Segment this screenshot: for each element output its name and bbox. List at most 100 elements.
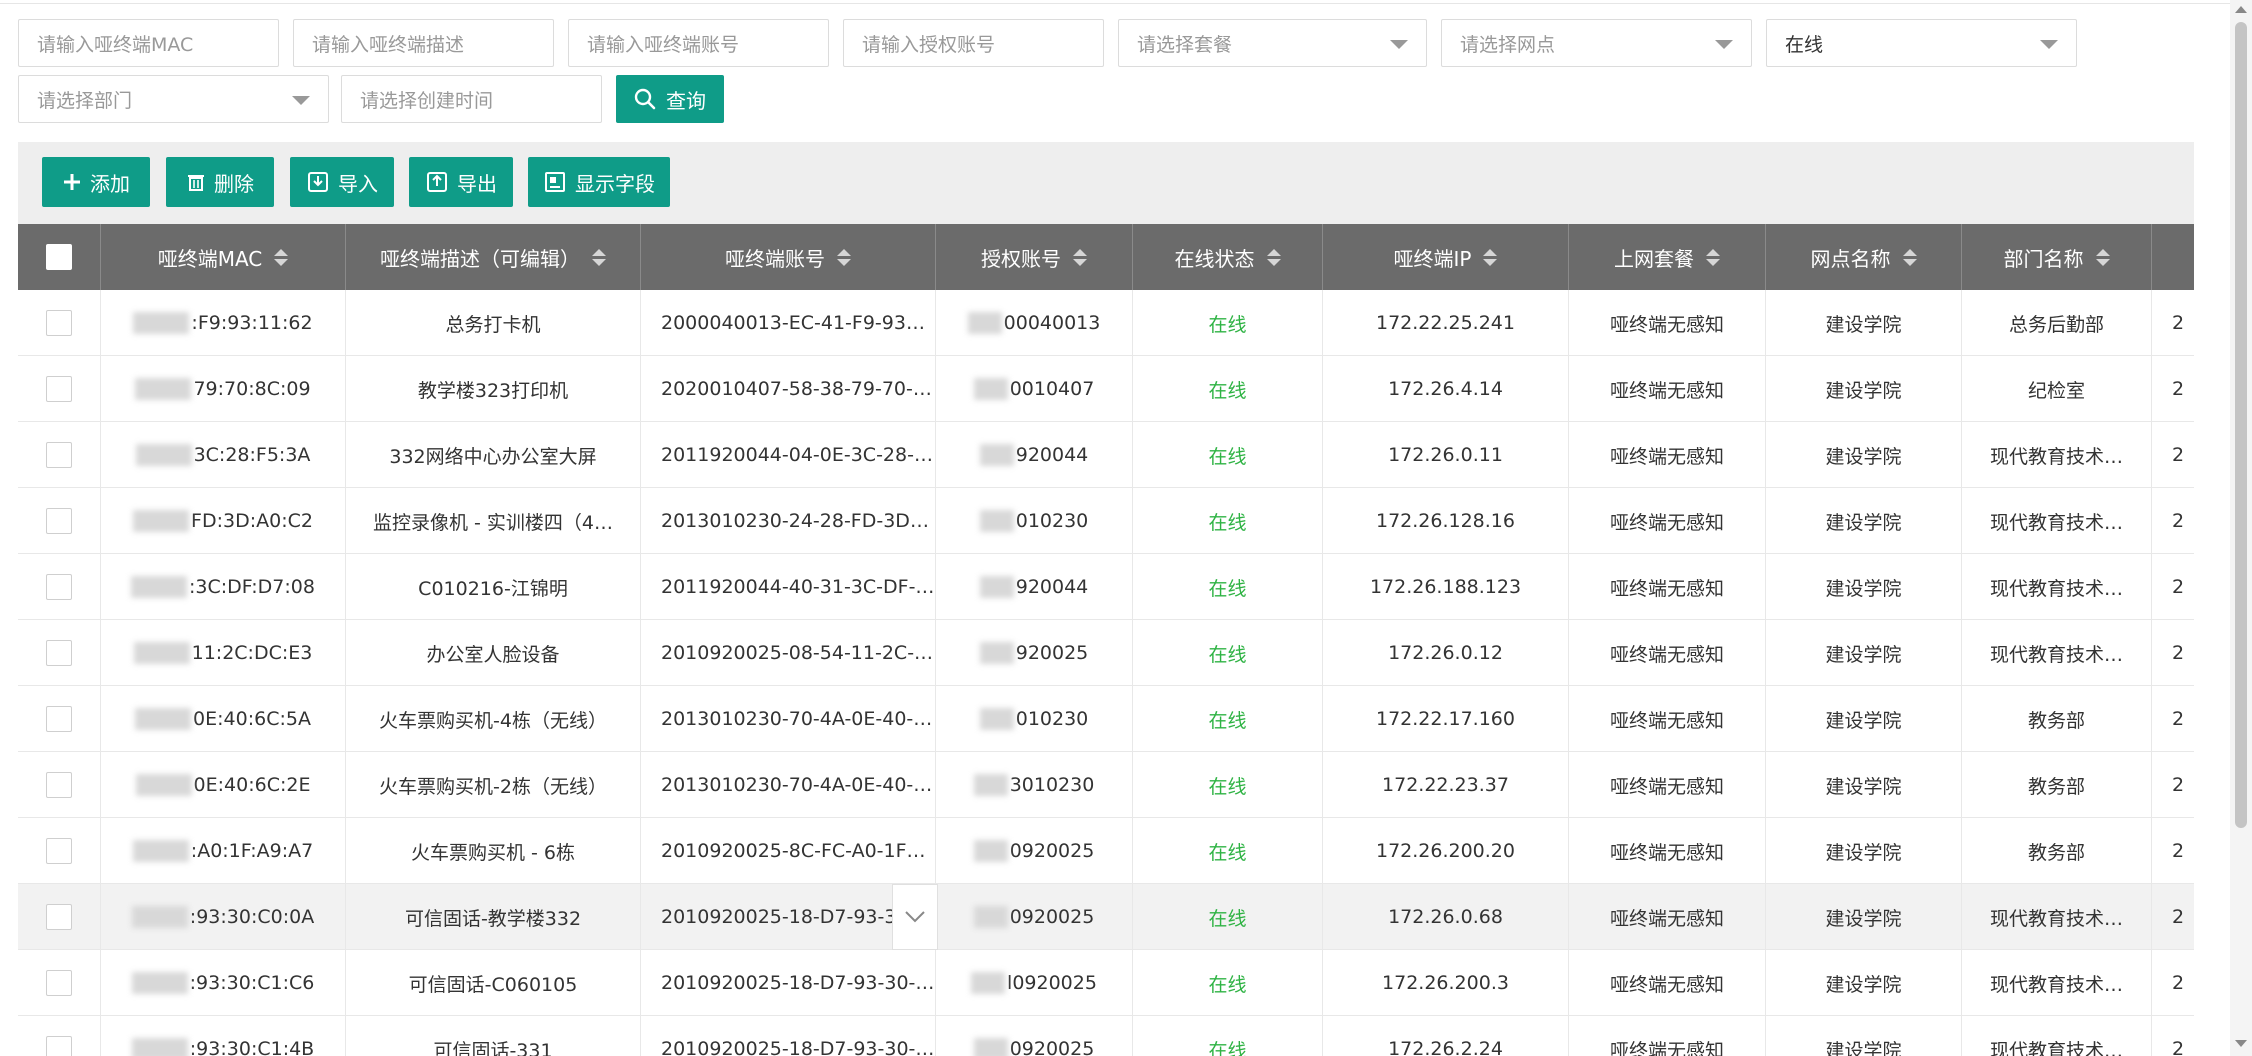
table-row[interactable]: :93:30:C0:0A 可信固话-教学楼332 2010920025-18-D7-… [18, 884, 2194, 950]
table-row[interactable]: FD:3D:A0:C2 监控录像机 - 实训楼四（4… 2013010230-24-… [18, 488, 2194, 554]
created-time-picker[interactable]: 请选择创建时间 [341, 75, 602, 123]
cell-site-text: 建设学院 [1825, 577, 1902, 600]
col-package[interactable]: 上网套餐 [1569, 224, 1766, 290]
page-scrollbar[interactable] [2230, 0, 2252, 1056]
package-select[interactable]: 请选择套餐 [1118, 19, 1427, 67]
row-checkbox[interactable] [46, 772, 72, 798]
sort-icon[interactable] [2095, 248, 2110, 266]
cell-mac: :93:30:C0:0A [101, 884, 346, 950]
row-checkbox[interactable] [46, 640, 72, 666]
table-row[interactable]: 0E:40:6C:2E 火车票购买机-2栋（无线） 2013010230-70-4A… [18, 752, 2194, 818]
cell-desc-text: 可信固话-331 [433, 1039, 553, 1056]
status-select[interactable]: 在线 [1766, 19, 2077, 67]
table-row[interactable]: :93:30:C1:4B 可信固话-331 2010920025-18-D7-93-… [18, 1016, 2194, 1056]
export-button[interactable]: 导出 [409, 157, 513, 207]
col-site[interactable]: 网点名称 [1766, 224, 1962, 290]
cell-auth-text: 0010407 [1009, 378, 1095, 400]
add-button[interactable]: 添加 [42, 157, 150, 207]
cell-ip: 172.26.128.16 [1323, 488, 1569, 554]
cell-extra-text: 2 [2172, 840, 2185, 862]
display-fields-button[interactable]: 显示字段 [528, 157, 670, 207]
sort-icon[interactable] [1902, 248, 1917, 266]
cell-ip-text: 172.26.188.123 [1369, 576, 1522, 598]
row-checkbox[interactable] [46, 838, 72, 864]
cell-package-text: 哑终端无感知 [1609, 379, 1724, 402]
import-button[interactable]: 导入 [290, 157, 394, 207]
table-row[interactable]: 79:70:8C:09 教学楼323打印机 2020010407-58-38-79-… [18, 356, 2194, 422]
sort-icon[interactable] [1483, 248, 1498, 266]
cell-extra-text: 2 [2172, 510, 2185, 532]
row-checkbox[interactable] [46, 574, 72, 600]
cell-ip: 172.26.0.68 [1323, 884, 1569, 950]
cell-account: 2020010407-58-38-79-70-… [641, 356, 936, 422]
table-row[interactable]: :3C:DF:D7:08 C010216-江锦明 2011920044-40-31-… [18, 554, 2194, 620]
table-row[interactable]: :F9:93:11:62 总务打卡机 2000040013-EC-41-F9-93…… [18, 290, 2194, 356]
mac-input[interactable]: 请输入哑终端MAC [18, 19, 279, 67]
row-checkbox[interactable] [46, 970, 72, 996]
cell-status-text: 在线 [1208, 841, 1247, 864]
col-dept[interactable]: 部门名称 [1962, 224, 2152, 290]
row-select-cell [18, 1016, 101, 1056]
row-checkbox[interactable] [46, 310, 72, 336]
redacted-mask [131, 576, 188, 598]
row-checkbox[interactable] [46, 904, 72, 930]
row-checkbox[interactable] [46, 1036, 72, 1056]
sort-icon[interactable] [592, 248, 606, 266]
cell-mac: :A0:1F:A9:A7 [101, 818, 346, 884]
account-input[interactable]: 请输入哑终端账号 [568, 19, 829, 67]
col-account[interactable]: 哑终端账号 [641, 224, 936, 290]
cell-desc-text: 332网络中心办公室大屏 [389, 445, 597, 468]
cell-site-text: 建设学院 [1825, 1039, 1902, 1056]
row-checkbox[interactable] [46, 706, 72, 732]
query-button[interactable]: 查询 [616, 75, 724, 123]
cell-status-text: 在线 [1208, 511, 1247, 534]
sort-icon[interactable] [1073, 248, 1087, 266]
cell-package-text: 哑终端无感知 [1609, 313, 1724, 336]
site-select[interactable]: 请选择网点 [1441, 19, 1752, 67]
table-row[interactable]: :A0:1F:A9:A7 火车票购买机 - 6栋 2010920025-8C-FC-… [18, 818, 2194, 884]
cell-status-text: 在线 [1208, 973, 1247, 996]
cell-mac: :93:30:C1:C6 [101, 950, 346, 1016]
row-checkbox[interactable] [46, 508, 72, 534]
sort-icon[interactable] [1266, 248, 1281, 266]
cell-expand-dropdown[interactable] [892, 884, 938, 950]
delete-button[interactable]: 删除 [166, 157, 274, 207]
cell-auth-text: 0920025 [1009, 1038, 1095, 1056]
table-row[interactable]: 0E:40:6C:5A 火车票购买机-4栋（无线） 2013010230-70-4A… [18, 686, 2194, 752]
auth-account-input[interactable]: 请输入授权账号 [843, 19, 1104, 67]
redacted-mask [135, 774, 192, 796]
chevron-down-icon [2040, 40, 2058, 49]
scroll-down-icon[interactable] [2235, 1040, 2247, 1047]
cell-dept-text: 纪检室 [2027, 379, 2085, 402]
sort-icon[interactable] [1706, 248, 1720, 266]
col-auth[interactable]: 授权账号 [936, 224, 1133, 290]
scroll-up-icon[interactable] [2235, 6, 2247, 13]
scrollbar-thumb[interactable] [2235, 22, 2247, 828]
cell-auth-text: 010230 [1015, 510, 1089, 532]
col-status[interactable]: 在线状态 [1133, 224, 1323, 290]
cell-account-text: 2013010230-70-4A-0E-40-… [661, 774, 933, 796]
table-row[interactable]: 11:2C:DC:E3 办公室人脸设备 2010920025-08-54-11-2C… [18, 620, 2194, 686]
col-ip[interactable]: 哑终端IP [1323, 224, 1569, 290]
table-row[interactable]: 3C:28:F5:3A 332网络中心办公室大屏 2011920044-04-0E-… [18, 422, 2194, 488]
row-checkbox[interactable] [46, 442, 72, 468]
cell-dept-text: 现代教育技术… [1989, 577, 2123, 600]
row-checkbox[interactable] [46, 376, 72, 402]
select-all-checkbox[interactable] [46, 244, 72, 270]
col-mac[interactable]: 哑终端MAC [101, 224, 346, 290]
cell-extra: 2 [2152, 818, 2194, 884]
col-desc[interactable]: 哑终端描述（可编辑） [346, 224, 641, 290]
cell-desc: 可信固话-教学楼332 [346, 884, 641, 950]
redacted-mask [979, 642, 1014, 664]
desc-input[interactable]: 请输入哑终端描述 [293, 19, 554, 67]
site-select-placeholder: 请选择网点 [1460, 33, 1556, 56]
cell-dept-text: 教务部 [2027, 841, 2085, 864]
cell-desc: 总务打卡机 [346, 290, 641, 356]
cell-extra-text: 2 [2172, 774, 2185, 796]
cell-desc: 火车票购买机-2栋（无线） [346, 752, 641, 818]
sort-icon[interactable] [837, 248, 851, 266]
sort-icon[interactable] [274, 248, 289, 266]
dept-select[interactable]: 请选择部门 [18, 75, 329, 123]
table-row[interactable]: :93:30:C1:C6 可信固话-C060105 2010920025-18-D7… [18, 950, 2194, 1016]
import-button-label: 导入 [338, 171, 378, 196]
